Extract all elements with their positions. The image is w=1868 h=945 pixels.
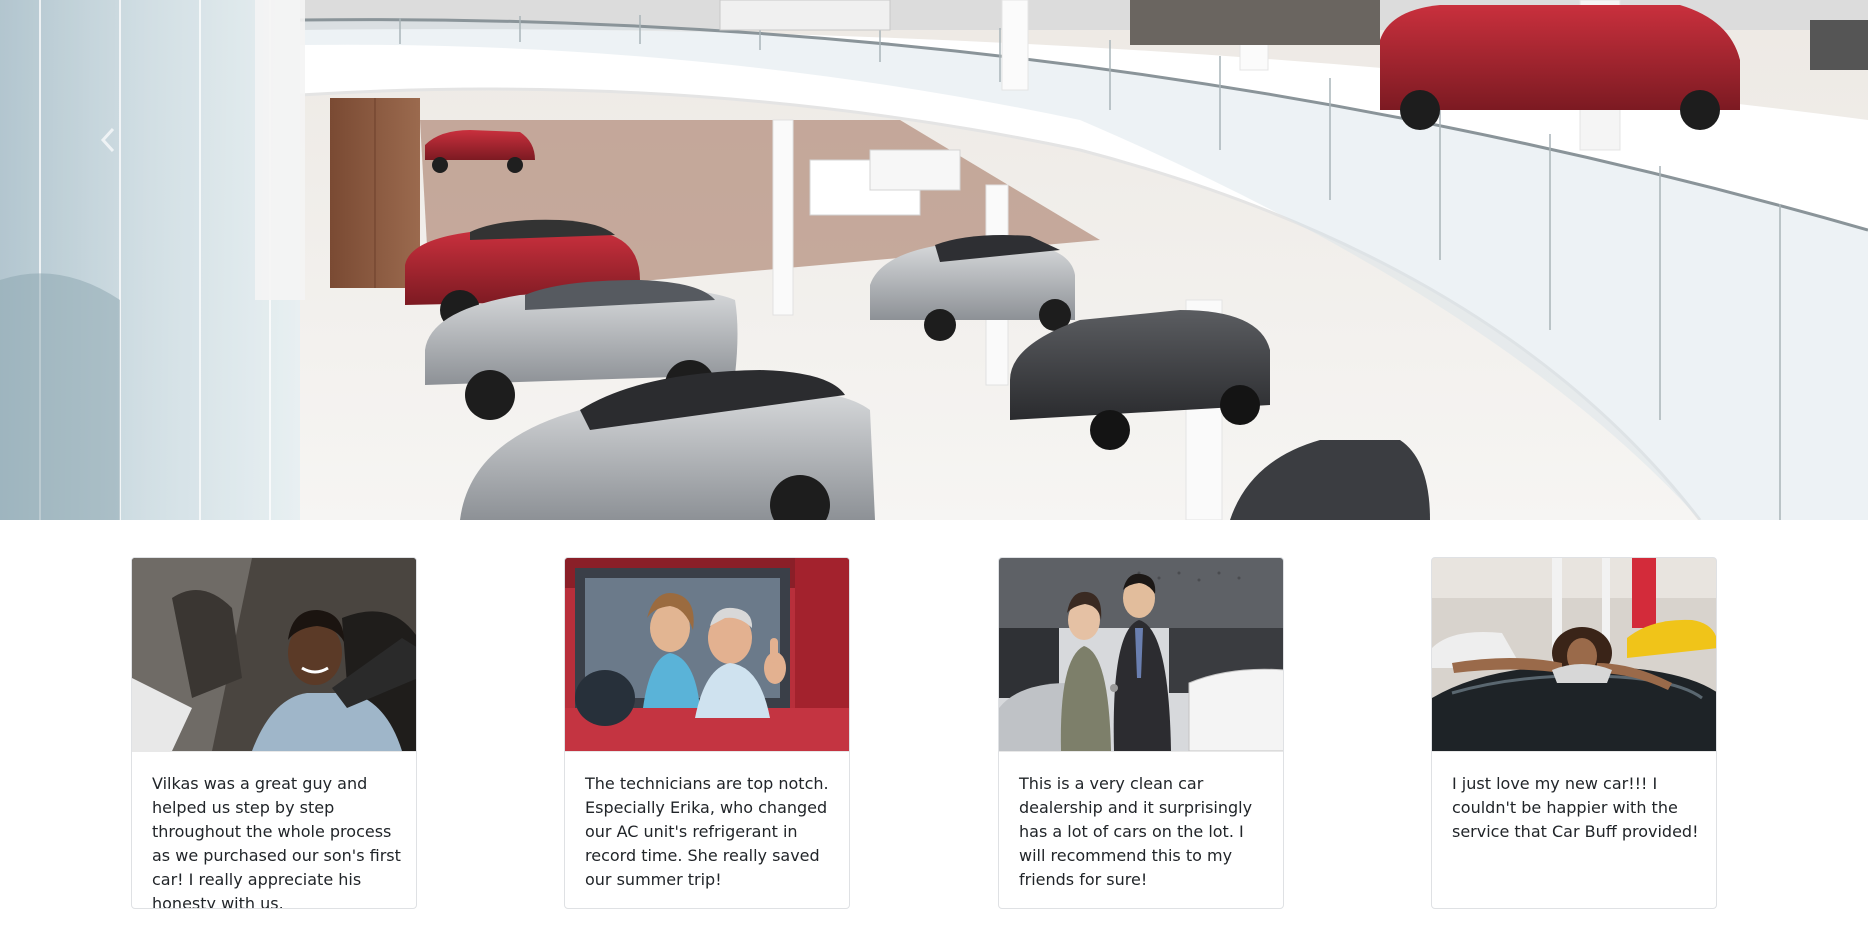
- testimonial-card: Vilkas was a great guy and helped us ste…: [131, 557, 417, 909]
- testimonial-card: The technicians are top notch. Especiall…: [564, 557, 850, 909]
- testimonial-card: This is a very clean car dealership and …: [998, 557, 1284, 909]
- couple-thumbs-up-in-red-car-photo: [565, 558, 849, 751]
- chevron-right-icon: [1733, 127, 1748, 153]
- chevron-left-icon: [100, 127, 115, 153]
- testimonial-text: Vilkas was a great guy and helped us ste…: [152, 774, 401, 909]
- couple-receiving-car-keys-photo: [999, 558, 1283, 751]
- showroom-photo: [0, 0, 1868, 520]
- testimonial-text: The technicians are top notch. Especiall…: [585, 774, 829, 889]
- testimonial-card: I just love my new car!!! I couldn't be …: [1431, 557, 1717, 909]
- carousel-prev-button[interactable]: [88, 120, 128, 160]
- customer-teen-in-car-photo: [132, 558, 416, 751]
- testimonial-text: I just love my new car!!! I couldn't be …: [1452, 774, 1699, 841]
- testimonial-cards: Vilkas was a great guy and helped us ste…: [0, 557, 1868, 909]
- woman-hugging-new-car-photo: [1432, 558, 1716, 751]
- carousel-next-button[interactable]: [1720, 120, 1760, 160]
- hero-carousel: [0, 0, 1868, 520]
- testimonial-text: This is a very clean car dealership and …: [1019, 774, 1253, 889]
